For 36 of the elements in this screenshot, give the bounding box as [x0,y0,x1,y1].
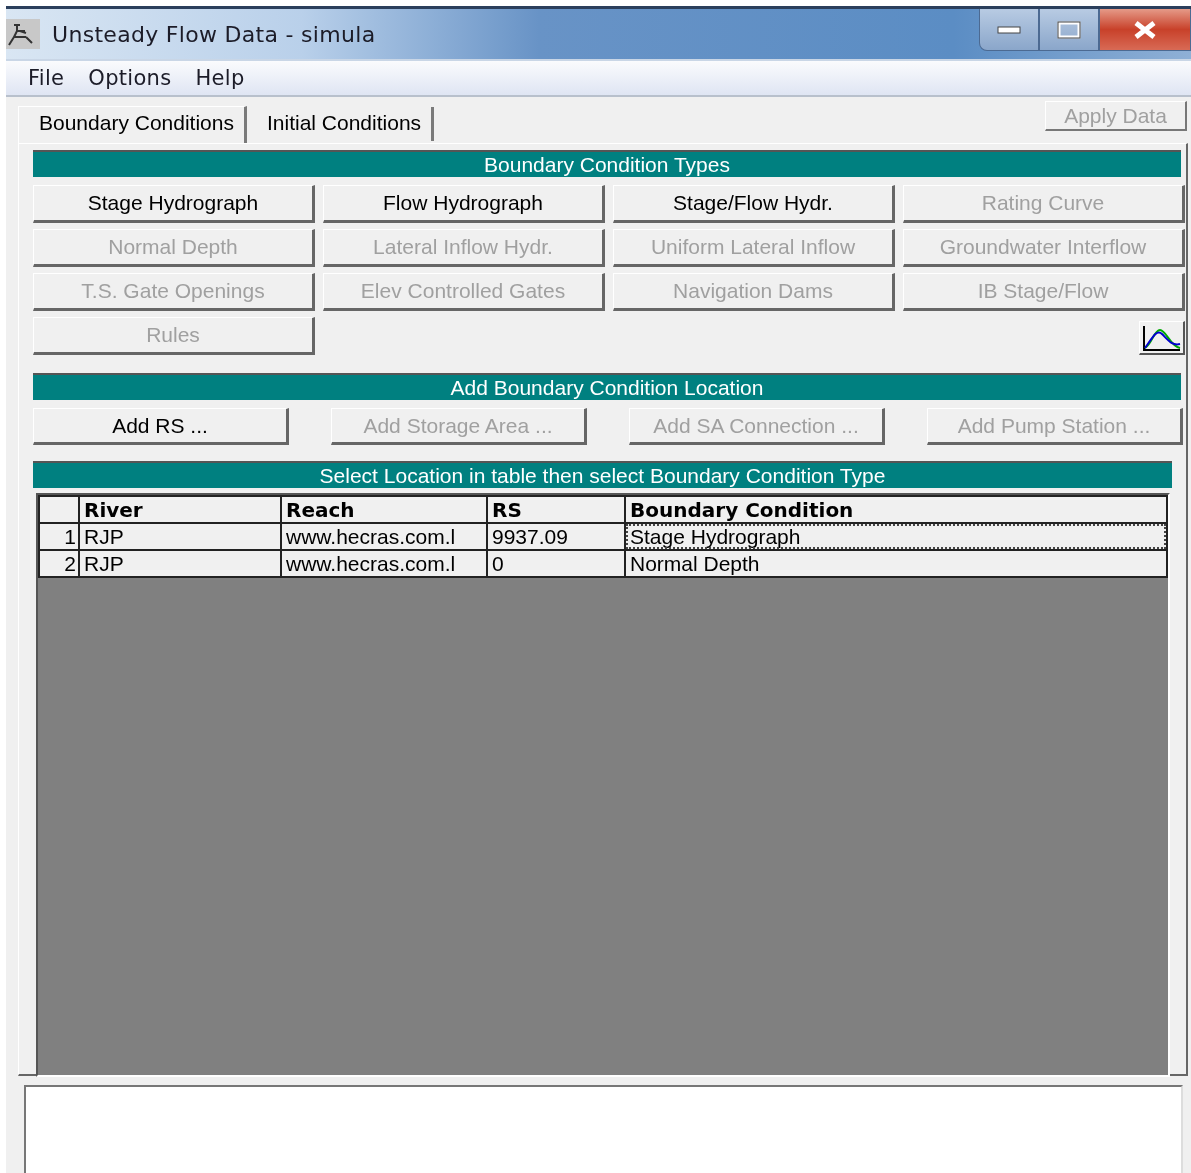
menu-item[interactable]: Help [183,66,257,90]
table-cell[interactable]: RJP [79,523,281,550]
plot-button[interactable] [1139,321,1185,355]
section-header: Add Boundary Condition Location [33,373,1181,400]
condition-button[interactable]: Flow Hydrograph [323,185,605,223]
row-number: 1 [39,523,79,550]
column-header: Boundary Condition [625,496,1167,523]
column-header: RS [487,496,625,523]
close-icon [1132,19,1158,40]
menu-item[interactable]: File [16,66,77,90]
table-cell[interactable]: Stage Hydrograph [625,523,1167,550]
column-header: Reach [281,496,487,523]
close-button[interactable] [1099,9,1191,51]
section-header: Boundary Condition Types [33,150,1181,177]
add-location-button[interactable]: Add RS ... [33,408,289,445]
minimize-icon [997,25,1021,34]
menu-item[interactable]: Options [76,66,184,90]
maximize-icon [1057,20,1081,39]
window-title: Unsteady Flow Data - simula [52,21,376,47]
condition-button[interactable]: Stage Hydrograph [33,185,315,223]
chart-icon [1141,323,1182,352]
table-cell[interactable]: 9937.09 [487,523,625,550]
row-number: 2 [39,550,79,577]
column-header: River [79,496,281,523]
corner-cell [39,496,79,523]
table-cell[interactable]: www.hecras.com.l [281,550,487,577]
tab[interactable]: Boundary Conditions [18,106,247,143]
minimize-button[interactable] [979,9,1039,51]
table-cell[interactable]: Normal Depth [625,550,1167,577]
output-field[interactable] [24,1085,1183,1173]
condition-button[interactable]: Stage/Flow Hydr. [613,185,895,223]
section-header: Select Location in table then select Boundary Condition Type [33,461,1172,488]
maximize-button[interactable] [1039,9,1099,51]
table-cell[interactable]: RJP [79,550,281,577]
table-cell[interactable]: 0 [487,550,625,577]
table-cell[interactable]: www.hecras.com.l [281,523,487,550]
